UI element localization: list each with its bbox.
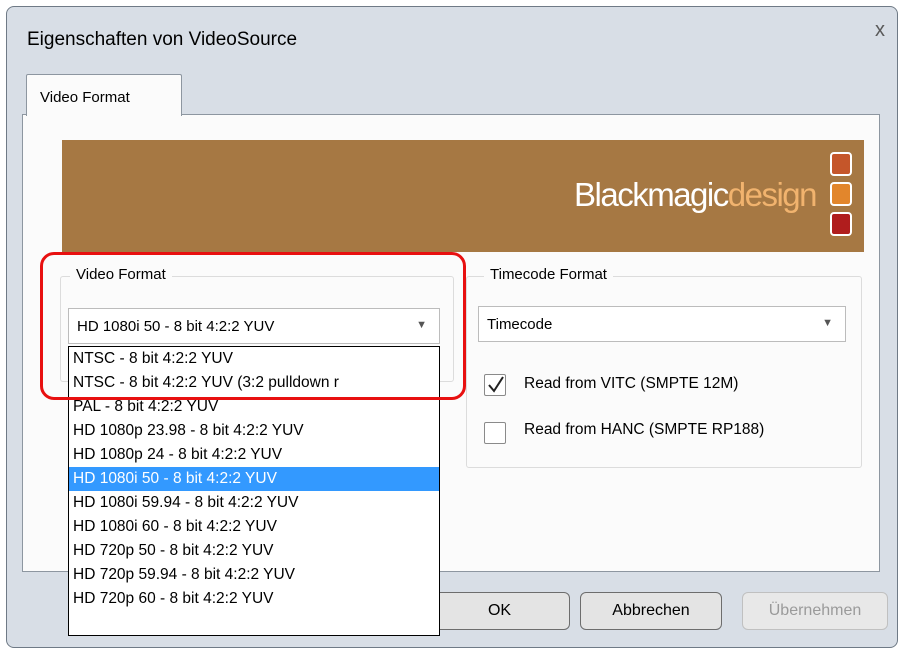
- apply-button[interactable]: Übernehmen: [742, 592, 888, 630]
- dropdown-option[interactable]: NTSC - 8 bit 4:2:2 YUV (3:2 pulldown r: [69, 371, 439, 395]
- timecode-format-selected: Timecode: [487, 316, 553, 333]
- video-format-group-label: Video Format: [70, 266, 172, 283]
- timecode-format-select[interactable]: Timecode ▼: [478, 306, 846, 342]
- chevron-down-icon[interactable]: ▼: [416, 319, 427, 331]
- checkmark-icon: [488, 376, 504, 393]
- dropdown-option[interactable]: HD 1080p 23.98 - 8 bit 4:2:2 YUV: [69, 419, 439, 443]
- video-format-selected: HD 1080i 50 - 8 bit 4:2:2 YUV: [77, 318, 275, 335]
- title-bar[interactable]: Eigenschaften von VideoSource x: [7, 7, 897, 63]
- dropdown-option[interactable]: HD 1080i 59.94 - 8 bit 4:2:2 YUV: [69, 491, 439, 515]
- video-format-select[interactable]: HD 1080i 50 - 8 bit 4:2:2 YUV ▼: [68, 308, 440, 344]
- dropdown-option[interactable]: HD 720p 50 - 8 bit 4:2:2 YUV: [69, 539, 439, 563]
- read-vitc-label[interactable]: Read from VITC (SMPTE 12M): [524, 375, 738, 393]
- dropdown-option[interactable]: NTSC - 8 bit 4:2:2 YUV: [69, 347, 439, 371]
- dropdown-option[interactable]: PAL - 8 bit 4:2:2 YUV: [69, 395, 439, 419]
- window-title: Eigenschaften von VideoSource: [27, 29, 298, 50]
- chevron-down-icon[interactable]: ▼: [822, 317, 833, 329]
- logo-square-middle: [830, 182, 852, 206]
- logo-square-bottom: [830, 212, 852, 236]
- video-format-dropdown-list[interactable]: NTSC - 8 bit 4:2:2 YUV NTSC - 8 bit 4:2:…: [68, 346, 440, 636]
- dropdown-option[interactable]: HD 720p 59.94 - 8 bit 4:2:2 YUV: [69, 563, 439, 587]
- timecode-format-group: [466, 276, 862, 468]
- brand-banner: Blackmagicdesign: [62, 140, 864, 252]
- brand-word: Blackmagic: [574, 176, 729, 213]
- read-hanc-label[interactable]: Read from HANC (SMPTE RP188): [524, 421, 840, 439]
- ok-button[interactable]: OK: [430, 592, 570, 630]
- tab-video-format[interactable]: Video Format: [26, 74, 182, 116]
- close-icon[interactable]: x: [875, 19, 885, 42]
- logo-square-top: [830, 152, 852, 176]
- dropdown-option[interactable]: HD 1080p 24 - 8 bit 4:2:2 YUV: [69, 443, 439, 467]
- dropdown-option[interactable]: HD 720p 60 - 8 bit 4:2:2 YUV: [69, 587, 439, 611]
- dropdown-option[interactable]: HD 1080i 60 - 8 bit 4:2:2 YUV: [69, 515, 439, 539]
- dropdown-option-selected[interactable]: HD 1080i 50 - 8 bit 4:2:2 YUV: [69, 467, 439, 491]
- timecode-format-group-label: Timecode Format: [484, 266, 613, 283]
- read-vitc-checkbox[interactable]: [484, 374, 506, 396]
- cancel-button[interactable]: Abbrechen: [580, 592, 722, 630]
- read-hanc-checkbox[interactable]: [484, 422, 506, 444]
- brand-logo: Blackmagicdesign: [574, 176, 818, 214]
- brand-suffix: design: [727, 176, 818, 213]
